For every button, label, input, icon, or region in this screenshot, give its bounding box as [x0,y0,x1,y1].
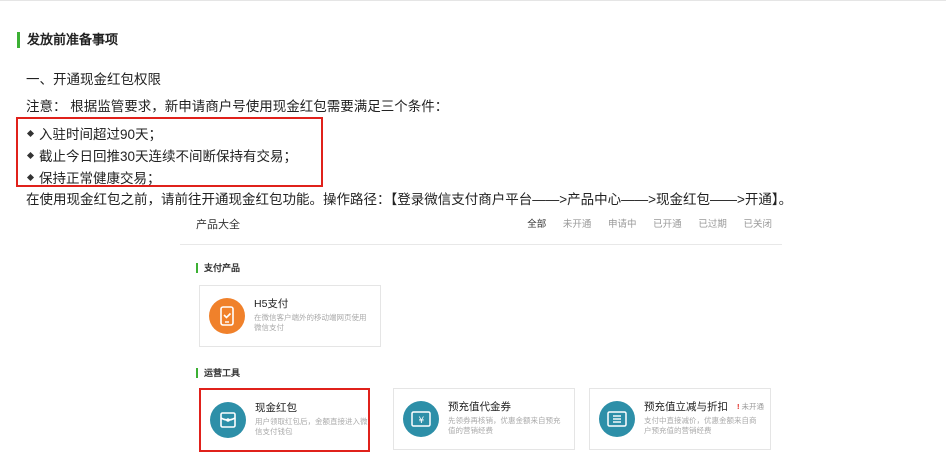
filter-applying[interactable]: 申请中 [608,219,637,230]
voucher-icon: ¥ [403,401,439,437]
red-packet-icon [210,402,246,438]
filter-opened[interactable]: 已开通 [653,219,682,230]
product-card-title: H5支付 [254,298,289,310]
svg-text:¥: ¥ [419,416,425,426]
product-card-desc: 在微信客户端外的移动端网页使用微信支付 [254,313,367,332]
phone-pay-icon [209,298,245,334]
product-card-hongbao[interactable]: 现金红包 用户领取红包后，金额直接进入微信支付钱包 [199,388,370,452]
bullet-icon [26,173,35,181]
ops-tools-title: 运营工具 [196,368,240,378]
condition-item: 截止今日回推30天连续不间断保持有交易； [26,145,297,165]
operation-path-text: 在使用现金红包之前，请前往开通现金红包功能。操作路径：【登录微信支付商户平台——… [26,192,793,207]
product-card-desc: 支付中直接减价，优惠金额来自商户预充值的营销经费 [644,416,757,435]
bullet-icon [26,151,35,159]
product-card-discount[interactable]: 预充值立减与折扣 ! 未开通 支付中直接减价，优惠金额来自商户预充值的营销经费 [589,388,771,450]
product-card-h5[interactable]: H5支付 在微信客户端外的移动端网页使用微信支付 [199,285,381,347]
section-title: 发放前准备事项 [17,32,118,48]
filter-all[interactable]: 全部 [527,219,546,230]
condition-item: 入驻时间超过90天； [26,123,162,143]
discount-icon [599,401,635,437]
product-list-header: 产品大全 全部 未开通 申请中 已开通 已过期 已关闭 [180,208,782,245]
product-card-voucher[interactable]: ¥ 预充值代金券 先领券再核销，优惠金额来自预充值的营销经费 [393,388,575,450]
heading-open-permission: 一、开通现金红包权限 [26,72,161,87]
product-card-desc: 用户领取红包后，金额直接进入微信支付钱包 [255,417,368,436]
filter-closed[interactable]: 已关闭 [743,219,772,230]
bullet-icon [26,129,35,137]
status-badge: ! 未开通 [737,402,764,411]
top-divider [0,0,946,1]
product-card-title: 现金红包 [255,402,297,414]
status-filters: 全部 未开通 申请中 已开通 已过期 已关闭 [513,216,772,230]
filter-expired[interactable]: 已过期 [698,219,727,230]
product-card-desc: 先领券再核销，优惠金额来自预充值的营销经费 [448,416,561,435]
pay-products-title: 支付产品 [196,263,240,273]
product-card-title: 预充值立减与折扣 [644,401,728,413]
warning-icon: ! [737,402,740,411]
product-list-title: 产品大全 [196,219,240,231]
product-card-title: 预充值代金券 [448,401,511,413]
filter-not-opened[interactable]: 未开通 [563,219,592,230]
notice-text: 注意： 根据监管要求，新申请商户号使用现金红包需要满足三个条件： [26,99,449,114]
condition-item: 保持正常健康交易； [26,167,161,187]
